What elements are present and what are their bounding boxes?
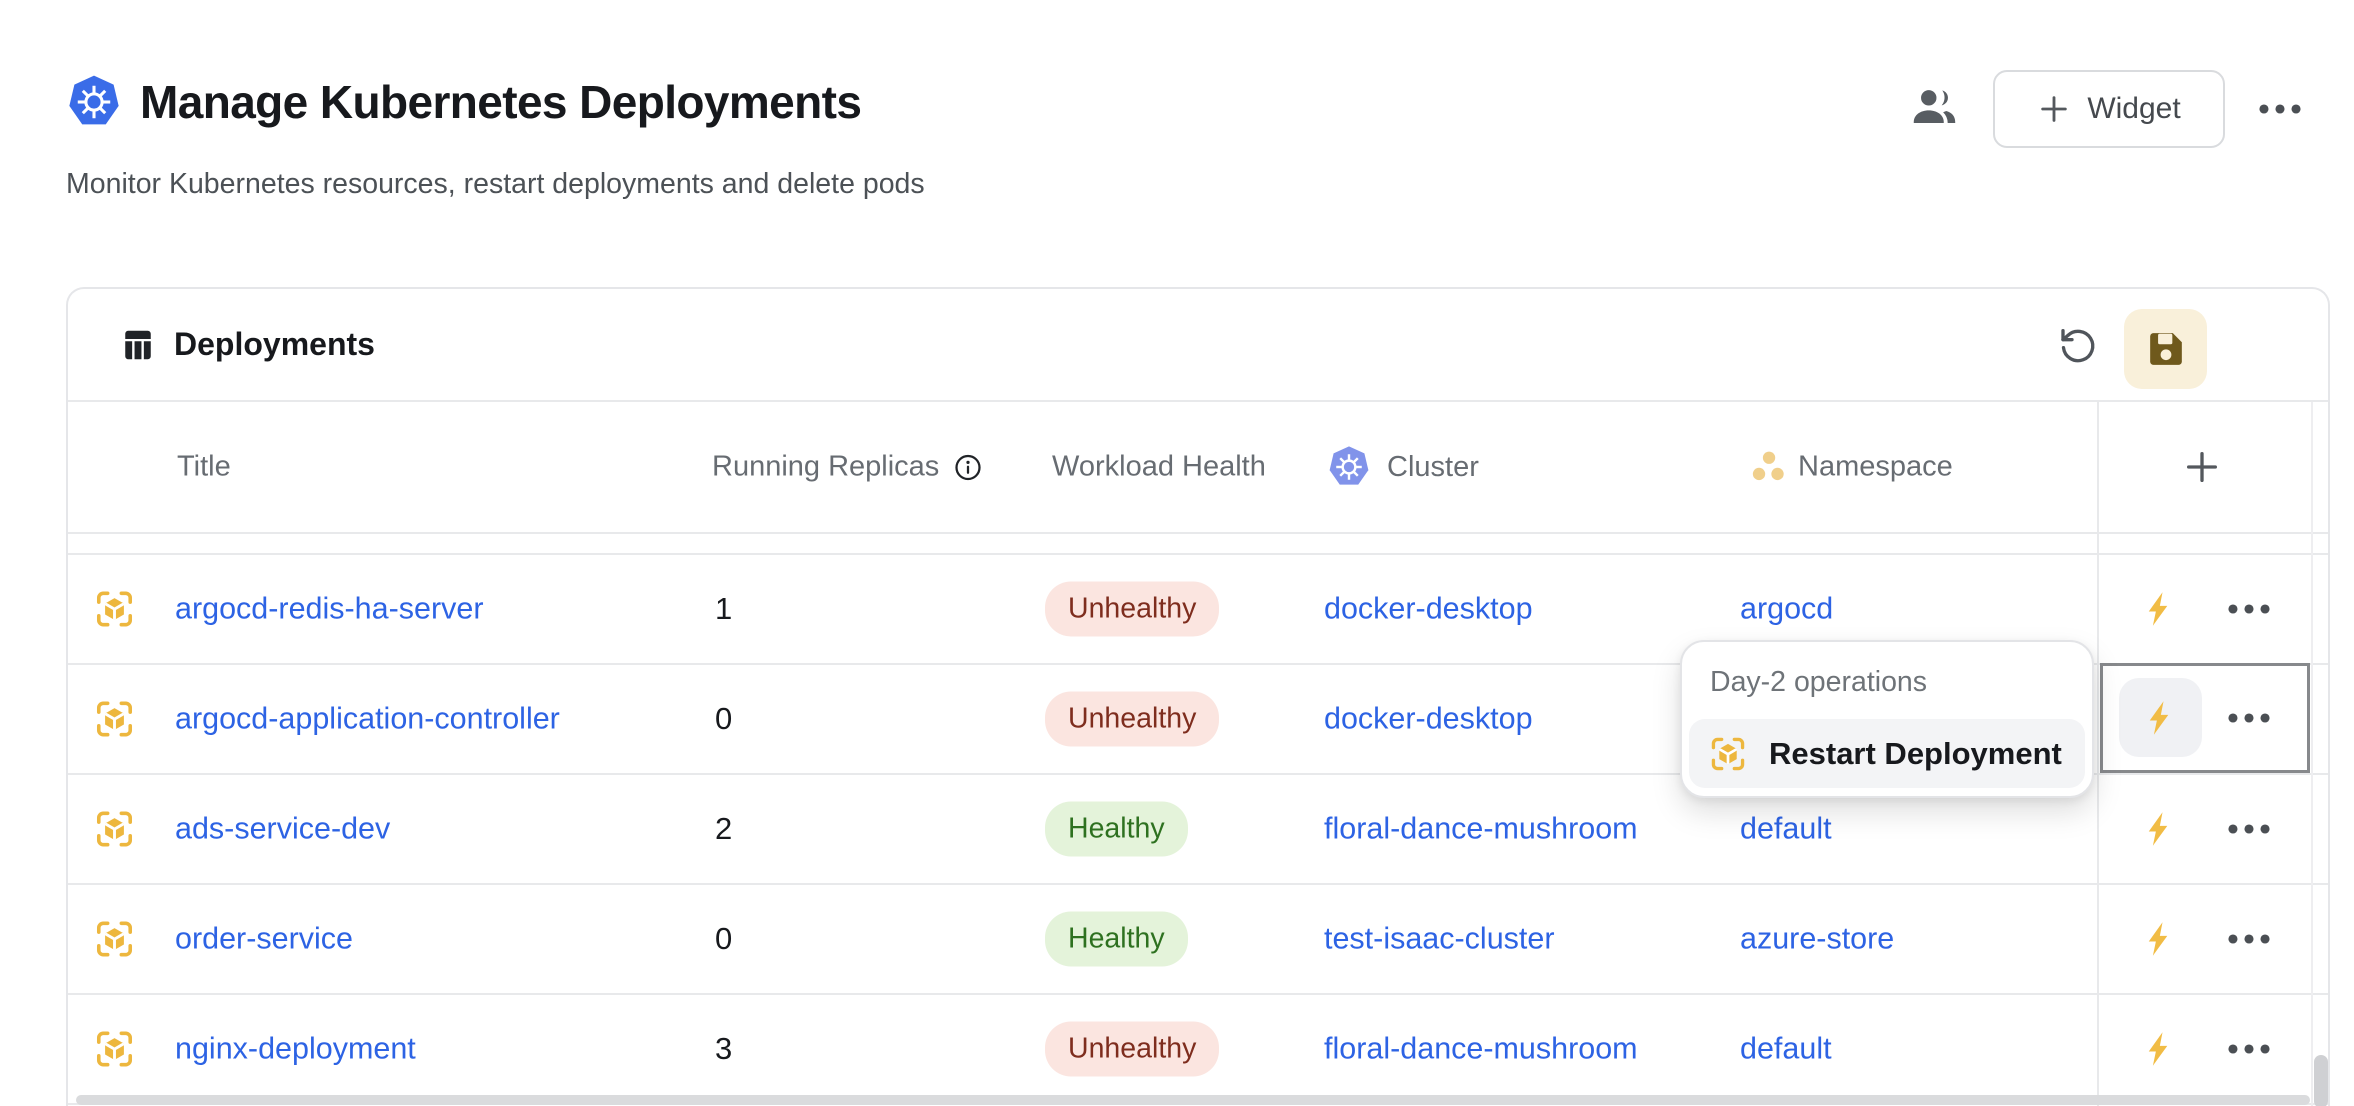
health-badge: Unhealthy bbox=[1045, 582, 1219, 637]
column-header-replicas[interactable]: Running Replicas bbox=[712, 451, 983, 484]
focused-action-cell bbox=[2100, 663, 2310, 773]
namespace-icon bbox=[1749, 449, 1786, 486]
page-subtitle: Monitor Kubernetes resources, restart de… bbox=[66, 168, 925, 201]
horizontal-scrollbar[interactable] bbox=[76, 1095, 2310, 1105]
deployment-title-link[interactable]: order-service bbox=[175, 922, 353, 957]
health-badge: Healthy bbox=[1045, 912, 1188, 967]
deployment-icon bbox=[1709, 735, 1747, 773]
replicas-value: 3 bbox=[715, 1031, 732, 1067]
deployment-title-link[interactable]: argocd-redis-ha-server bbox=[175, 592, 484, 627]
page: Manage Kubernetes Deployments Monitor Ku… bbox=[0, 0, 2354, 1106]
card-title: Deployments bbox=[174, 326, 375, 363]
info-icon[interactable] bbox=[953, 452, 983, 482]
row-menu-button[interactable] bbox=[2223, 583, 2275, 635]
page-title: Manage Kubernetes Deployments bbox=[140, 75, 861, 129]
replicas-value: 0 bbox=[715, 921, 732, 957]
menu-group-label: Day-2 operations bbox=[1710, 666, 1927, 699]
column-header-namespace[interactable]: Namespace bbox=[1749, 449, 1953, 486]
page-header: Manage Kubernetes Deployments bbox=[66, 74, 861, 130]
collaborators-icon[interactable] bbox=[1910, 82, 1960, 132]
column-divider bbox=[2097, 402, 2099, 1106]
cluster-link[interactable]: floral-dance-mushroom bbox=[1324, 812, 1638, 847]
day2-operations-button[interactable] bbox=[2141, 920, 2179, 958]
vertical-scrollbar-thumb[interactable] bbox=[2314, 1055, 2328, 1106]
add-column-button[interactable] bbox=[2182, 447, 2222, 487]
cluster-link[interactable]: floral-dance-mushroom bbox=[1324, 1032, 1638, 1067]
namespace-link[interactable]: default bbox=[1740, 812, 1832, 847]
day2-operations-button[interactable] bbox=[2141, 1030, 2179, 1068]
save-icon bbox=[2147, 330, 2185, 368]
card-header: Deployments bbox=[68, 289, 2328, 402]
table-header-row: Title Running Replicas Workload Health C… bbox=[68, 402, 2328, 534]
day2-operations-menu: Day-2 operations Restart Deployment bbox=[1680, 640, 2094, 798]
row-menu-button[interactable] bbox=[2223, 692, 2275, 744]
deployment-icon bbox=[94, 919, 135, 960]
cluster-link[interactable]: docker-desktop bbox=[1324, 702, 1533, 737]
replicas-value: 0 bbox=[715, 701, 732, 737]
menu-item-label: Restart Deployment bbox=[1769, 736, 2062, 772]
namespace-link[interactable]: default bbox=[1740, 1032, 1832, 1067]
bolt-icon bbox=[2142, 699, 2180, 737]
menu-item-restart-deployment[interactable]: Restart Deployment bbox=[1689, 719, 2085, 788]
save-button[interactable] bbox=[2124, 309, 2207, 389]
day2-operations-button[interactable] bbox=[2119, 678, 2202, 757]
row-menu-button[interactable] bbox=[2223, 913, 2275, 965]
deployments-card: Deployments Title Running Replicas Workl… bbox=[66, 287, 2330, 1106]
deployment-icon bbox=[94, 1029, 135, 1070]
deployment-icon bbox=[94, 589, 135, 630]
add-widget-button[interactable]: Widget bbox=[1993, 70, 2225, 148]
row-menu-button[interactable] bbox=[2223, 803, 2275, 855]
cluster-link[interactable]: test-isaac-cluster bbox=[1324, 922, 1555, 957]
column-divider bbox=[2311, 402, 2313, 1106]
health-badge: Healthy bbox=[1045, 802, 1188, 857]
replicas-value: 2 bbox=[715, 811, 732, 847]
deployment-title-link[interactable]: ads-service-dev bbox=[175, 812, 390, 847]
deployment-icon bbox=[94, 699, 135, 740]
table-row: order-service 0 Healthy test-isaac-clust… bbox=[68, 885, 2328, 995]
table-widget-icon bbox=[120, 327, 156, 363]
undo-button[interactable] bbox=[2058, 326, 2098, 366]
column-header-title[interactable]: Title bbox=[177, 451, 231, 484]
table-row-partial bbox=[68, 534, 2328, 555]
deployment-title-link[interactable]: argocd-application-controller bbox=[175, 702, 560, 737]
deployment-icon bbox=[94, 809, 135, 850]
kubernetes-icon bbox=[1327, 445, 1371, 489]
cluster-link[interactable]: docker-desktop bbox=[1324, 592, 1533, 627]
row-menu-button[interactable] bbox=[2223, 1023, 2275, 1075]
column-header-health[interactable]: Workload Health bbox=[1052, 451, 1266, 484]
kubernetes-logo-icon bbox=[66, 74, 122, 130]
deployment-title-link[interactable]: nginx-deployment bbox=[175, 1032, 416, 1067]
column-header-cluster[interactable]: Cluster bbox=[1327, 445, 1479, 489]
add-widget-label: Widget bbox=[2087, 92, 2180, 126]
health-badge: Unhealthy bbox=[1045, 1022, 1219, 1077]
day2-operations-button[interactable] bbox=[2141, 590, 2179, 628]
page-menu-button[interactable] bbox=[2254, 83, 2306, 135]
namespace-link[interactable]: argocd bbox=[1740, 592, 1833, 627]
namespace-link[interactable]: azure-store bbox=[1740, 922, 1894, 957]
table-row: nginx-deployment 3 Unhealthy floral-danc… bbox=[68, 995, 2328, 1105]
replicas-value: 1 bbox=[715, 591, 732, 627]
health-badge: Unhealthy bbox=[1045, 692, 1219, 747]
day2-operations-button[interactable] bbox=[2141, 810, 2179, 848]
plus-icon bbox=[2037, 92, 2071, 126]
table-body: argocd-redis-ha-server 1 Unhealthy docke… bbox=[68, 534, 2328, 1105]
